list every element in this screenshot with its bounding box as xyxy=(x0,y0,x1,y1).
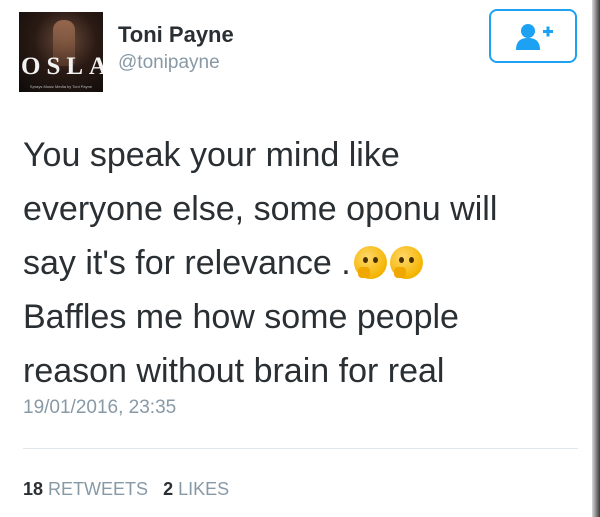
window-edge xyxy=(592,0,600,517)
user-display-name[interactable]: Toni Payne xyxy=(118,22,234,48)
avatar-credit-text: Sprays Music Media by Toni Payne xyxy=(29,84,93,89)
retweets-count: 18 xyxy=(23,479,44,499)
likes-label: LIKES xyxy=(178,479,230,499)
tweet-line: You speak your mind like xyxy=(23,136,400,174)
thinking-face-emoji-icon xyxy=(389,246,423,279)
likes-stat[interactable]: 2 LIKES xyxy=(163,479,229,499)
tweet-stats: 18 RETWEETS 2 LIKES xyxy=(23,479,239,500)
retweets-label: RETWEETS xyxy=(48,479,149,499)
retweets-stat[interactable]: 18 RETWEETS xyxy=(23,479,148,499)
likes-count: 2 xyxy=(163,479,174,499)
follow-button[interactable] xyxy=(489,9,577,63)
add-user-icon xyxy=(516,24,553,50)
user-handle[interactable]: @tonipayne xyxy=(118,52,220,74)
avatar[interactable]: OSLA Sprays Music Media by Toni Payne xyxy=(19,12,103,92)
tweet-line: everyone else, some oponu will xyxy=(23,190,498,228)
avatar-logo-text: OSLA xyxy=(21,53,103,80)
tweet-line: Baffles me how some people xyxy=(23,298,459,336)
tweet-text: You speak your mind like everyone else, … xyxy=(23,128,568,398)
thinking-face-emoji-icon xyxy=(353,246,387,279)
tweet-line-with-emoji: say it's for relevance . xyxy=(23,236,568,290)
tweet-line: say it's for relevance . xyxy=(23,244,351,282)
tweet-line: reason without brain for real xyxy=(23,352,445,390)
divider xyxy=(23,448,578,449)
tweet-timestamp[interactable]: 19/01/2016, 23:35 xyxy=(23,397,176,419)
